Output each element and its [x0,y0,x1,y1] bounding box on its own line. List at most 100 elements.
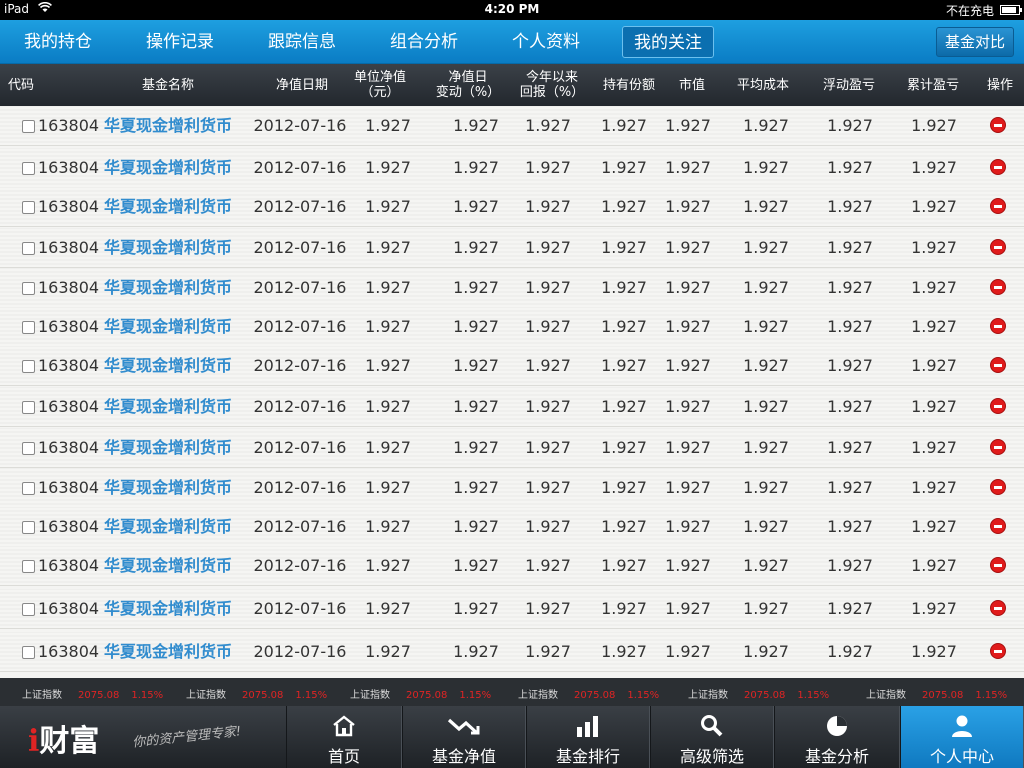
remove-icon[interactable] [990,518,1006,534]
search-icon [651,714,773,738]
ytd-return-value: 1.927 [525,197,571,216]
bottom-tab-personal-center[interactable]: 个人中心 [900,706,1024,768]
tab-operation-log[interactable]: 操作记录 [134,26,226,58]
cumulative-pl-value: 1.927 [911,438,957,457]
header-floating-pl[interactable]: 浮动盈亏 [814,64,884,106]
bottom-tab-fund-analysis[interactable]: 基金分析 [774,706,900,768]
cumulative-pl-value: 1.927 [911,317,957,336]
fund-name-link[interactable]: 华夏现金增利货币 [104,268,244,308]
remove-icon[interactable] [990,557,1006,573]
fund-name-link[interactable]: 华夏现金增利货币 [104,468,244,508]
ticker-index-value: 2075.08 [744,690,786,701]
remove-icon[interactable] [990,318,1006,334]
cumulative-pl-value: 1.927 [911,556,957,575]
fund-name-link[interactable]: 华夏现金增利货币 [104,507,244,547]
fund-name-link[interactable]: 华夏现金增利货币 [104,387,244,427]
row-checkbox[interactable] [22,242,35,255]
cumulative-pl-value: 1.927 [911,238,957,257]
daily-change-value: 1.927 [453,116,499,135]
floating-pl-value: 1.927 [827,438,873,457]
tab-my-watchlist[interactable]: 我的关注 [622,26,714,58]
row-checkbox[interactable] [22,321,35,334]
fund-name-link[interactable]: 华夏现金增利货币 [104,307,244,347]
row-checkbox[interactable] [22,120,35,133]
ticker-index-value: 2075.08 [78,690,120,701]
ticker-item: 上证指数 2075.08 1.15% [186,686,327,701]
header-fund-name[interactable]: 基金名称 [120,64,216,106]
remove-icon[interactable] [990,643,1006,659]
bottom-tab-fund-ranking[interactable]: 基金排行 [526,706,650,768]
market-value: 1.927 [665,158,711,177]
fund-name-link[interactable]: 华夏现金增利货币 [104,187,244,227]
header-avg-cost[interactable]: 平均成本 [728,64,798,106]
bottom-tab-home[interactable]: 首页 [286,706,402,768]
remove-icon[interactable] [990,398,1006,414]
row-checkbox[interactable] [22,646,35,659]
row-checkbox[interactable] [22,401,35,414]
avg-cost-value: 1.927 [743,397,789,416]
bottom-tab-fund-ranking-label: 基金排行 [555,747,620,766]
table-row: 163804 华夏现金增利货币 2012-07-16 1.927 1.927 1.927 1… [0,307,1024,347]
remove-icon[interactable] [990,600,1006,616]
row-checkbox[interactable] [22,282,35,295]
header-cumulative-pl[interactable]: 累计盈亏 [898,64,968,106]
fund-name-link[interactable]: 华夏现金增利货币 [104,148,244,188]
nav-date: 2012-07-16 [253,642,347,661]
remove-icon[interactable] [990,279,1006,295]
header-daily-change-line1: 净值日 [448,70,488,85]
row-checkbox[interactable] [22,442,35,455]
row-checkbox[interactable] [22,560,35,573]
fund-name-link[interactable]: 华夏现金增利货币 [104,428,244,468]
cumulative-pl-value: 1.927 [911,197,957,216]
row-checkbox[interactable] [22,521,35,534]
remove-icon[interactable] [990,357,1006,373]
market-value: 1.927 [665,238,711,257]
remove-icon[interactable] [990,479,1006,495]
fund-compare-button[interactable]: 基金对比 [936,27,1014,57]
header-nav-date[interactable]: 净值日期 [262,64,342,106]
fund-name-link[interactable]: 华夏现金增利货币 [104,589,244,629]
bottom-tab-fund-nav[interactable]: 基金净值 [402,706,526,768]
fund-name-link[interactable]: 华夏现金增利货币 [104,228,244,268]
fund-code: 163804 [38,397,100,416]
ytd-return-value: 1.927 [525,238,571,257]
bottom-tab-fund-nav-label: 基金净值 [431,747,496,766]
nav-date: 2012-07-16 [253,158,347,177]
header-unit-nav[interactable]: 单位净值 （元） [348,64,412,106]
fund-name-link[interactable]: 华夏现金增利货币 [104,546,244,586]
header-code[interactable]: 代码 [8,64,64,106]
row-checkbox[interactable] [22,603,35,616]
row-checkbox[interactable] [22,201,35,214]
fund-code: 163804 [38,438,100,457]
header-ytd-return[interactable]: 今年以来 回报（%） [516,64,588,106]
bottom-tab-advanced-filter[interactable]: 高级筛选 [650,706,774,768]
remove-icon[interactable] [990,117,1006,133]
tab-portfolio-analysis[interactable]: 组合分析 [378,26,470,58]
fund-name-link[interactable]: 华夏现金增利货币 [104,346,244,386]
header-market-value[interactable]: 市值 [668,64,716,106]
shares-value: 1.927 [601,438,647,457]
remove-icon[interactable] [990,239,1006,255]
unit-nav-value: 1.927 [365,478,411,497]
bottom-tab-fund-analysis-label: 基金分析 [804,747,869,766]
fund-name-link[interactable]: 华夏现金增利货币 [104,632,244,672]
header-daily-change[interactable]: 净值日 变动（%） [428,64,508,106]
row-checkbox[interactable] [22,162,35,175]
market-value: 1.927 [665,599,711,618]
tab-personal-info[interactable]: 个人资料 [500,26,592,58]
row-checkbox[interactable] [22,360,35,373]
remove-icon[interactable] [990,198,1006,214]
row-checkbox[interactable] [22,482,35,495]
market-value: 1.927 [665,438,711,457]
tab-my-holdings[interactable]: 我的持仓 [12,26,104,58]
market-value: 1.927 [665,397,711,416]
cumulative-pl-value: 1.927 [911,158,957,177]
remove-icon[interactable] [990,159,1006,175]
floating-pl-value: 1.927 [827,599,873,618]
tab-tracking-info[interactable]: 跟踪信息 [256,26,348,58]
avg-cost-value: 1.927 [743,317,789,336]
remove-icon[interactable] [990,439,1006,455]
header-shares[interactable]: 持有份额 [596,64,662,106]
fund-name-link[interactable]: 华夏现金增利货币 [104,106,244,146]
ytd-return-value: 1.927 [525,278,571,297]
